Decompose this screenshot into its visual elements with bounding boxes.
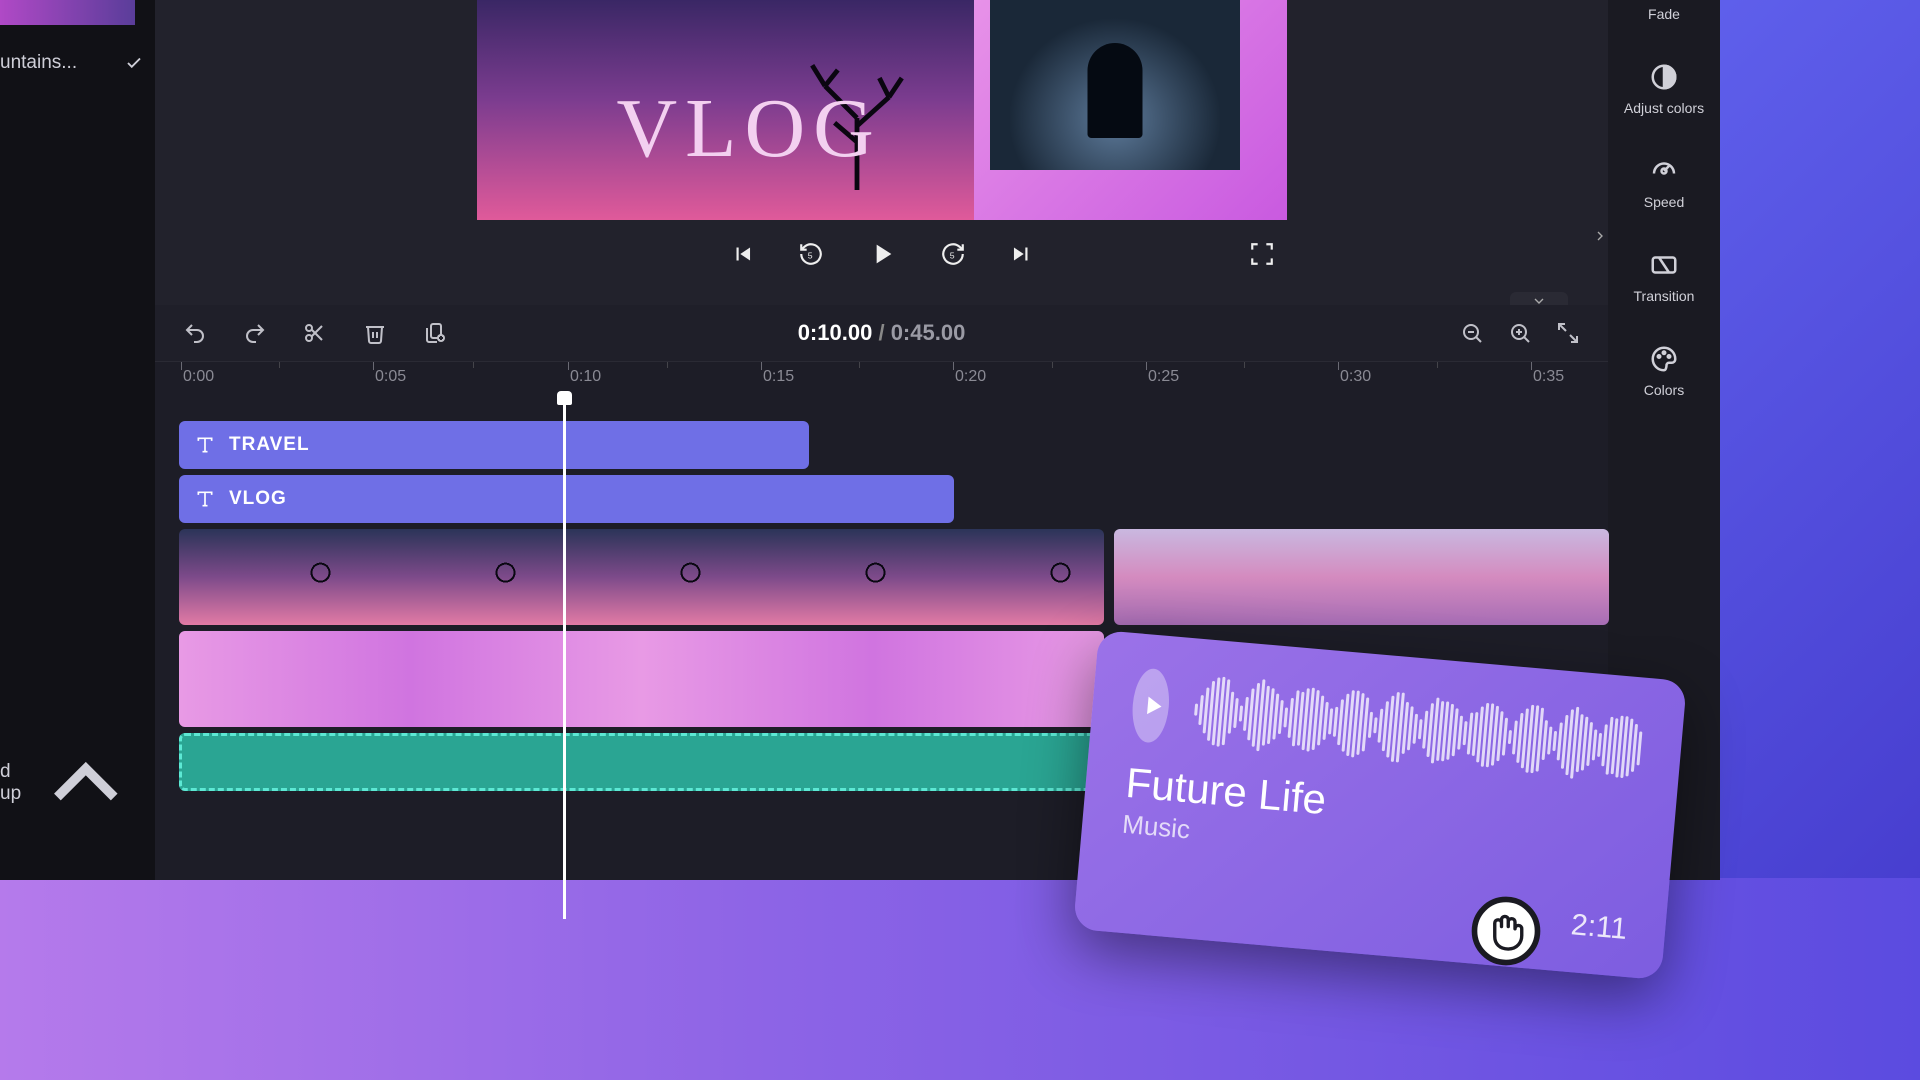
tool-label: Adjust colors xyxy=(1624,100,1704,116)
chevron-up-icon xyxy=(29,726,143,840)
tool-label: Speed xyxy=(1644,194,1684,210)
timeline-toolbar: 0:10.00 / 0:45.00 xyxy=(155,305,1608,361)
media-sidebar: untains... d up xyxy=(0,0,155,880)
transition-tool[interactable]: Transition xyxy=(1634,250,1695,304)
tool-label: Colors xyxy=(1644,382,1684,398)
undo-button[interactable] xyxy=(183,321,207,345)
svg-text:5: 5 xyxy=(807,250,812,260)
audio-clip-placeholder[interactable] xyxy=(179,733,1104,791)
palette-icon xyxy=(1649,344,1679,374)
media-item-label: untains... xyxy=(0,52,77,74)
text-icon xyxy=(195,435,215,455)
fullscreen-button[interactable] xyxy=(1249,241,1275,267)
split-button[interactable] xyxy=(303,321,327,345)
tool-label: Transition xyxy=(1634,288,1695,304)
video-clip-2[interactable] xyxy=(1114,529,1609,625)
checkmark-icon xyxy=(125,54,143,72)
ruler-tick: 0:00 xyxy=(183,368,214,386)
ruler-tick: 0:20 xyxy=(955,368,986,386)
ruler-tick: 0:30 xyxy=(1340,368,1371,386)
fit-zoom-button[interactable] xyxy=(1556,321,1580,345)
video-clip-1[interactable] xyxy=(179,529,1104,625)
ruler-tick: 0:15 xyxy=(763,368,794,386)
media-thumbnail[interactable] xyxy=(0,0,135,25)
timeline-ruler[interactable]: 0:00 0:05 0:10 0:15 0:20 0:25 0:30 0:35 xyxy=(155,361,1608,399)
ruler-tick: 0:25 xyxy=(1148,368,1179,386)
text-icon xyxy=(195,489,215,509)
text-clip-travel[interactable]: TRAVEL xyxy=(179,421,809,469)
preview-title-text: VLOG xyxy=(617,80,882,177)
time-separator: / xyxy=(878,320,884,345)
text-clip-label: TRAVEL xyxy=(229,434,310,456)
svg-text:5: 5 xyxy=(949,250,954,260)
grab-cursor-icon xyxy=(1470,895,1542,967)
audio-duration: 2:11 xyxy=(1570,908,1629,947)
media-item-mountains[interactable]: untains... xyxy=(0,52,143,74)
colors-tool[interactable]: Colors xyxy=(1644,344,1684,398)
text-clip-vlog[interactable]: VLOG xyxy=(179,475,954,523)
ruler-tick: 0:10 xyxy=(570,368,601,386)
skip-back-button[interactable] xyxy=(730,241,756,267)
zoom-in-button[interactable] xyxy=(1508,321,1532,345)
text-clip-label: VLOG xyxy=(229,488,287,510)
preview-canvas[interactable]: VLOG xyxy=(477,0,1287,220)
ruler-tick: 0:05 xyxy=(375,368,406,386)
transition-icon xyxy=(1649,250,1679,280)
collapse-right-panel[interactable] xyxy=(1592,225,1608,247)
current-time: 0:10.00 xyxy=(798,320,873,345)
redo-button[interactable] xyxy=(243,321,267,345)
tool-label: Fade xyxy=(1648,6,1680,22)
playhead[interactable] xyxy=(563,399,566,919)
preview-panel: VLOG 5 5 xyxy=(155,0,1608,305)
adjust-colors-tool[interactable]: Adjust colors xyxy=(1624,62,1704,116)
audio-asset-card[interactable]: Future Life Music 2:11 xyxy=(1073,630,1687,980)
speed-tool[interactable]: Speed xyxy=(1644,156,1684,210)
skip-forward-button[interactable] xyxy=(1008,241,1034,267)
overlay-clip[interactable] xyxy=(179,631,1104,727)
contrast-icon xyxy=(1649,62,1679,92)
picture-in-picture[interactable] xyxy=(990,0,1240,170)
time-display: 0:10.00 / 0:45.00 xyxy=(798,320,966,346)
duplicate-button[interactable] xyxy=(423,321,447,345)
speedometer-icon xyxy=(1649,156,1679,186)
fade-tool[interactable]: Fade xyxy=(1648,6,1680,22)
forward-5-button[interactable]: 5 xyxy=(940,241,966,267)
audio-preview-play-button[interactable] xyxy=(1130,667,1172,744)
audio-waveform xyxy=(1191,674,1644,785)
delete-button[interactable] xyxy=(363,321,387,345)
media-item-dup[interactable]: d up xyxy=(0,726,143,840)
total-time: 0:45.00 xyxy=(891,320,966,345)
media-item-label: d up xyxy=(0,761,29,805)
play-button[interactable] xyxy=(866,238,898,270)
ruler-tick: 0:35 xyxy=(1533,368,1564,386)
rewind-5-button[interactable]: 5 xyxy=(798,241,824,267)
zoom-out-button[interactable] xyxy=(1460,321,1484,345)
